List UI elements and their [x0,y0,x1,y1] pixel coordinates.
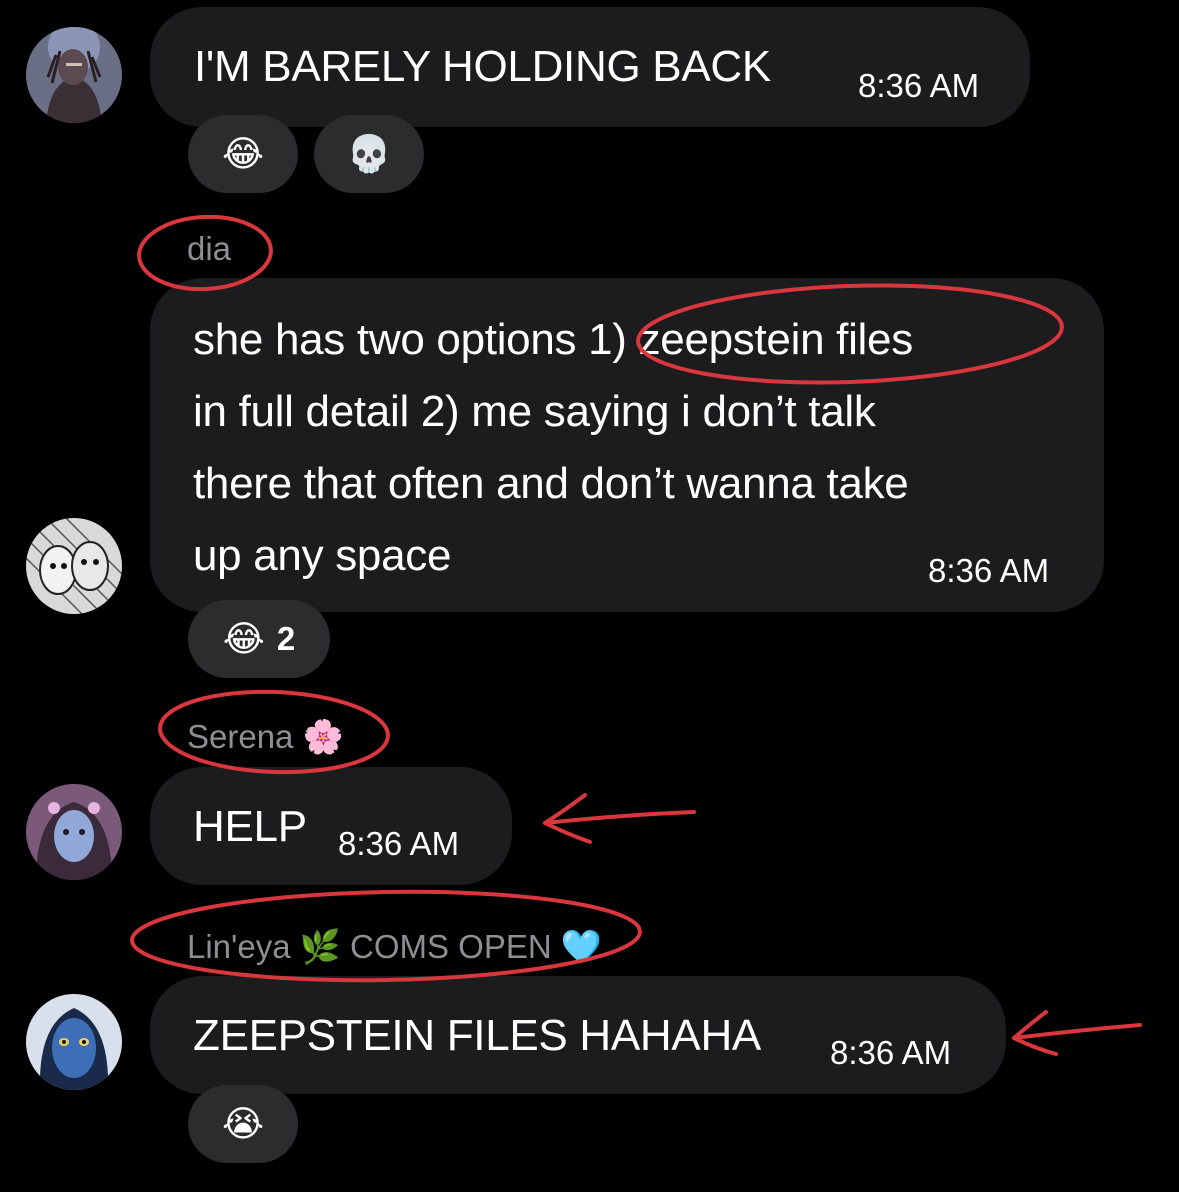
herb-emoji-icon: 🌿 [299,928,341,965]
message-line: in full detail 2) me saying i don’t talk [193,387,876,436]
message-line: there that often and don’t wanna take [193,459,909,508]
message-line: up any space [193,531,452,580]
reaction-count: 2 [276,620,296,657]
message-timestamp: 8:36 AM [830,1034,952,1071]
chat-thread: I'M BARELY HOLDING BACK 8:36 AM 😂 💀 dia … [0,0,1179,1192]
laughing-tears-emoji-icon: 😂 [221,133,265,174]
avatar-navi[interactable] [26,994,122,1090]
loudly-crying-emoji-icon: 😭 [221,1103,265,1144]
avatar-serena-image [26,784,122,880]
skull-emoji-icon: 💀 [346,133,392,174]
avatar-warrior[interactable] [26,27,122,123]
sender-name[interactable]: dia [187,230,231,268]
message-timestamp: 8:36 AM [858,67,980,104]
light-blue-heart-emoji-icon: 🩵 [560,928,602,965]
message-line: she has two options 1) zeepstein files [193,315,913,364]
avatar-serena[interactable] [26,784,122,880]
avatar-sketch[interactable] [26,518,122,614]
message-bubble[interactable]: HELP 8:36 AM [150,767,512,885]
reaction-pill[interactable]: 😂 2 [188,600,330,678]
reaction-pill[interactable]: 😭 [188,1085,298,1163]
sender-name-text: Lin'eya [187,928,291,965]
message-timestamp: 8:36 AM [928,552,1050,589]
message-bubble[interactable]: I'M BARELY HOLDING BACK 8:36 AM [150,7,1030,127]
message-text: I'M BARELY HOLDING BACK [194,42,771,91]
message-text: HELP [193,802,307,851]
sender-name[interactable]: Lin'eya 🌿 COMS OPEN 🩵 [187,928,602,967]
message-bubble[interactable]: ZEEPSTEIN FILES HAHAHA 8:36 AM [150,976,1006,1094]
reaction-pill[interactable]: 😂 [188,115,298,193]
sender-name[interactable]: Serena 🌸 [187,718,344,757]
message-text: ZEEPSTEIN FILES HAHAHA [193,1011,761,1060]
avatar-sketch-image [26,518,122,614]
message-bubble[interactable]: she has two options 1) zeepstein files i… [150,278,1104,612]
avatar-warrior-image [26,27,122,123]
avatar-navi-image [26,994,122,1090]
sender-name-text: Serena [187,718,294,755]
reaction-pill[interactable]: 💀 [314,115,424,193]
annotation-arrow-zeepstein [1012,1010,1142,1056]
message-timestamp: 8:36 AM [338,825,460,862]
sender-status-text: COMS OPEN [349,928,552,965]
laughing-tears-emoji-icon: 😂 [222,618,265,659]
annotation-arrow-help [543,793,696,844]
cherry-blossom-emoji-icon: 🌸 [302,718,344,755]
